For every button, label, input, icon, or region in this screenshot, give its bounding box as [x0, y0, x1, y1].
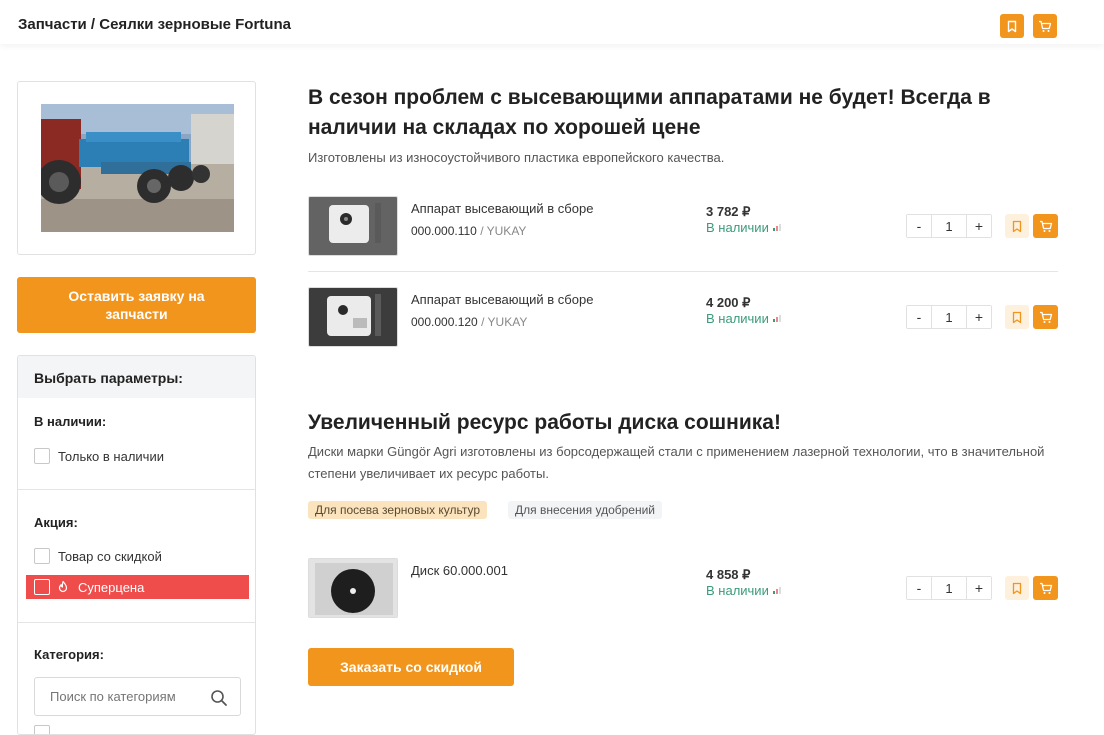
product-price: 4 858 ₽ [706, 567, 751, 582]
quantity-value[interactable]: 1 [931, 577, 967, 599]
add-to-favorites-button[interactable] [1005, 214, 1029, 238]
only-in-stock-label: Только в наличии [58, 448, 164, 464]
product-stock: В наличии [706, 220, 781, 235]
cart-icon [1039, 220, 1052, 232]
stock-label: В наличии [706, 583, 769, 598]
product-thumbnail[interactable] [308, 196, 398, 256]
product-row: Аппарат высевающий в сборе 000.000.110 /… [308, 196, 1058, 256]
product-sku-number: 000.000.110 [411, 224, 477, 238]
bookmark-icon [1012, 311, 1022, 323]
product-name[interactable]: Диск 60.000.001 [411, 563, 508, 578]
product-name[interactable]: Аппарат высевающий в сборе [411, 201, 593, 216]
product-stock: В наличии [706, 311, 781, 326]
filter-divider [18, 489, 255, 490]
quantity-stepper: - 1 + [906, 576, 992, 600]
product-row: Диск 60.000.001 4 858 ₽ В наличии - 1 + [308, 558, 1058, 618]
breadcrumb[interactable]: Запчасти / Сеялки зерновые Fortuna [18, 16, 291, 33]
filter-panel: Выбрать параметры: В наличии: Только в н… [17, 355, 256, 735]
product-sku: 000.000.110 / YUKAY [411, 224, 526, 238]
filter-availability-title: В наличии: [34, 414, 107, 429]
filter-divider [18, 622, 255, 623]
product-price: 3 782 ₽ [706, 204, 751, 219]
add-to-cart-button[interactable] [1033, 305, 1058, 329]
stock-label: В наличии [706, 220, 769, 235]
top-bar: Запчасти / Сеялки зерновые Fortuna [0, 0, 1104, 44]
add-to-favorites-button[interactable] [1005, 305, 1029, 329]
header-cart-button[interactable] [1033, 14, 1057, 38]
quantity-increase-button[interactable]: + [967, 215, 991, 237]
quantity-decrease-button[interactable]: - [907, 215, 931, 237]
order-parts-button[interactable]: Оставить заявку на запчасти [17, 277, 256, 333]
filter-promo-title: Акция: [34, 515, 78, 530]
bookmark-icon [1012, 582, 1022, 594]
category-item-checkbox[interactable] [34, 725, 50, 734]
seeder-photo [41, 104, 234, 232]
filter-panel-title: Выбрать параметры: [18, 356, 255, 398]
bookmark-icon [1012, 220, 1022, 232]
quantity-increase-button[interactable]: + [967, 577, 991, 599]
stock-label: В наличии [706, 311, 769, 326]
cart-icon [1039, 582, 1052, 594]
section-2-subtitle: Диски марки Güngör Agri изготовлены из б… [308, 444, 1045, 481]
tag-fertilizer[interactable]: Для внесения удобрений [508, 501, 663, 519]
category-item[interactable] [34, 725, 58, 734]
quantity-decrease-button[interactable]: - [907, 577, 931, 599]
quantity-increase-button[interactable]: + [967, 306, 991, 328]
add-to-cart-button[interactable] [1033, 576, 1058, 600]
stock-level-icon [772, 587, 781, 594]
product-divider [308, 271, 1058, 272]
add-to-cart-button[interactable] [1033, 214, 1058, 238]
product-thumbnail[interactable] [308, 558, 398, 618]
cart-icon [1039, 311, 1052, 323]
discounted-label: Товар со скидкой [58, 548, 162, 564]
header-bookmark-button[interactable] [1000, 14, 1024, 38]
product-sku: 000.000.120 / YUKAY [411, 315, 527, 329]
product-thumbnail[interactable] [308, 287, 398, 347]
quantity-value[interactable]: 1 [931, 215, 967, 237]
quantity-stepper: - 1 + [906, 214, 992, 238]
stock-level-icon [772, 315, 781, 322]
only-in-stock-checkbox[interactable] [34, 448, 50, 464]
fire-icon [56, 580, 70, 594]
product-sku-number: 000.000.120 [411, 315, 478, 329]
quantity-decrease-button[interactable]: - [907, 306, 931, 328]
product-photo-card [17, 81, 256, 255]
product-row: Аппарат высевающий в сборе 000.000.120 /… [308, 287, 1058, 347]
cart-icon [1039, 20, 1052, 32]
super-price-label: Суперцена [78, 579, 145, 595]
super-price-checkbox[interactable] [34, 579, 50, 595]
product-price: 4 200 ₽ [706, 295, 751, 310]
stock-level-icon [772, 224, 781, 231]
filter-super-price[interactable]: Суперцена [26, 575, 249, 599]
order-with-discount-button[interactable]: Заказать со скидкой [308, 648, 514, 686]
tag-grain-sowing[interactable]: Для посева зерновых культур [308, 501, 488, 519]
product-stock: В наличии [706, 583, 781, 598]
section-1-title: В сезон проблем с высевающими аппаратами… [308, 86, 991, 139]
section-2-title: Увеличенный ресурс работы диска сошника! [308, 411, 781, 434]
bookmark-icon [1007, 20, 1017, 32]
filter-only-in-stock[interactable]: Только в наличии [34, 448, 164, 464]
product-brand: / YUKAY [480, 224, 527, 238]
quantity-value[interactable]: 1 [931, 306, 967, 328]
search-icon[interactable] [210, 689, 228, 707]
product-name[interactable]: Аппарат высевающий в сборе [411, 292, 593, 307]
section-1-subtitle: Изготовлены из износоустойчивого пластик… [308, 150, 725, 165]
category-search-field[interactable] [34, 677, 241, 716]
category-search-input[interactable] [50, 689, 200, 704]
add-to-favorites-button[interactable] [1005, 576, 1029, 600]
discounted-checkbox[interactable] [34, 548, 50, 564]
quantity-stepper: - 1 + [906, 305, 992, 329]
filter-discounted[interactable]: Товар со скидкой [34, 548, 162, 564]
filter-category-title: Категория: [34, 647, 104, 662]
product-brand: / YUKAY [481, 315, 528, 329]
